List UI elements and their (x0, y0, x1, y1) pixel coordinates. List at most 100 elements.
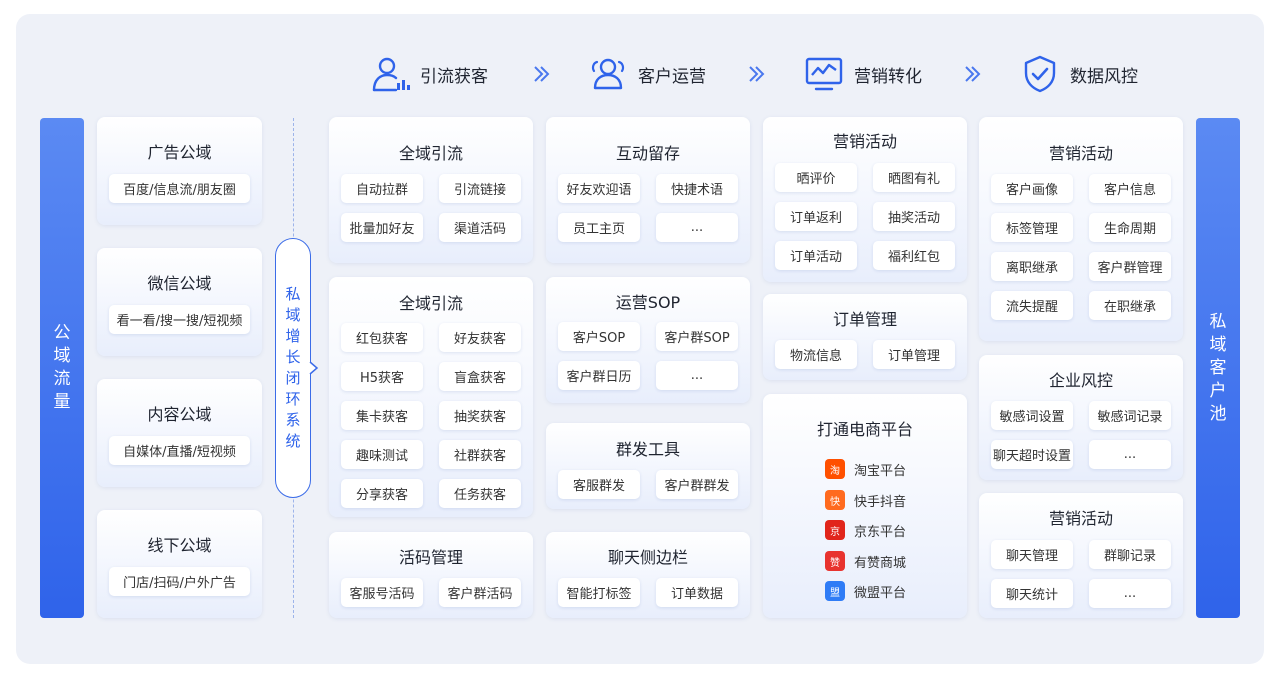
feature-card: 营销活动 聊天管理 群聊记录 聊天统计 ... (979, 493, 1183, 618)
feature-card: 聊天侧边栏 智能打标签 订单数据 (546, 532, 750, 618)
monitor-trend-icon (805, 57, 843, 91)
loop-label-char: 增 (285, 327, 301, 345)
feature-tag: 客服群发 (558, 470, 640, 499)
platform-name: 微盟平台 (854, 585, 907, 601)
platform-item: 快 快手抖音 (825, 490, 906, 510)
card-title: 互动留存 (615, 144, 680, 163)
feature-tag: 引流链接 (439, 174, 521, 203)
feature-tag: 群聊记录 (1089, 540, 1171, 569)
platform-item: 京 京东平台 (825, 520, 906, 540)
chevron-right-icon (965, 66, 981, 82)
feature-tag: 好友获客 (439, 323, 521, 352)
feature-card: 营销活动 客户画像 客户信息 标签管理 生命周期 离职继承 客户群管理 流失提醒… (979, 117, 1183, 341)
platform-name: 快手抖音 (854, 494, 907, 510)
feature-tag: 生命周期 (1089, 213, 1171, 242)
feature-tag: 好友欢迎语 (558, 174, 640, 203)
domain-desc-tag: 看一看/搜一搜/短视频 (109, 305, 250, 334)
feature-tag: 在职继承 (1089, 291, 1171, 320)
card-title: 企业风控 (1048, 371, 1113, 390)
platform-name: 有赞商城 (854, 555, 907, 571)
feature-tag: 客户群管理 (1089, 252, 1171, 281)
feature-tag: 客户信息 (1089, 174, 1171, 203)
loop-label-char: 环 (285, 390, 301, 408)
stage-conversion: 营销转化 (804, 52, 922, 96)
youzan-icon: 赞 (825, 551, 845, 571)
feature-card: 全域引流 红包获客 好友获客 H5获客 盲盒获客 集卡获客 抽奖获客 趣味测试 … (329, 277, 533, 517)
feature-tag: ... (1089, 579, 1171, 608)
weimob-icon: 盟 (825, 581, 845, 601)
feature-tag: H5获客 (341, 362, 423, 391)
card-title: 全域引流 (398, 294, 463, 313)
card-title: 营销活动 (832, 132, 897, 151)
card-title: 订单管理 (832, 310, 897, 329)
feature-tag: ... (656, 213, 738, 242)
feature-tag: 订单返利 (775, 202, 857, 231)
stage-acquisition: 引流获客 (370, 52, 488, 96)
feature-tag: 客户群SOP (656, 322, 738, 351)
public-domain-card: 内容公域 自媒体/直播/短视频 (97, 379, 262, 487)
loop-label-char: 长 (285, 348, 301, 366)
domain-desc-tag: 百度/信息流/朋友圈 (109, 174, 250, 203)
feature-tag: 客户群群发 (656, 470, 738, 499)
stage-label: 客户运营 (638, 66, 706, 87)
loop-label-char: 域 (285, 306, 301, 324)
platform-item: 淘 淘宝平台 (825, 459, 906, 479)
card-title: 营销活动 (1048, 144, 1113, 163)
card-title: 活码管理 (398, 548, 463, 567)
card-title: 运营SOP (615, 293, 681, 312)
bar-label-char: 户 (1209, 380, 1227, 401)
bar-label-char: 量 (53, 392, 71, 412)
feature-tag: 福利红包 (873, 241, 955, 270)
feature-tag: 抽奖获客 (439, 401, 521, 430)
feature-tag: 标签管理 (991, 213, 1073, 242)
kuaishou-icon: 快 (825, 490, 845, 510)
chevron-right-icon (309, 361, 319, 375)
bar-label-char: 公 (53, 323, 71, 343)
card-title: 内容公域 (147, 405, 212, 424)
feature-tag: 聊天统计 (991, 579, 1073, 608)
card-title: 广告公域 (147, 143, 212, 162)
feature-tag: 分享获客 (341, 479, 423, 508)
stage-operation: 客户运营 (588, 52, 706, 96)
feature-card: 互动留存 好友欢迎语 快捷术语 员工主页 ... (546, 117, 750, 263)
bar-label-char: 域 (53, 346, 71, 366)
feature-tag: 快捷术语 (656, 174, 738, 203)
public-domain-card: 线下公域 门店/扫码/户外广告 (97, 510, 262, 618)
feature-tag: 盲盒获客 (439, 362, 521, 391)
platform-item: 赞 有赞商城 (825, 551, 906, 571)
bar-label-char: 域 (1209, 334, 1227, 355)
feature-tag: 离职继承 (991, 252, 1073, 281)
feature-tag: 自动拉群 (341, 174, 423, 203)
feature-card: 活码管理 客服号活码 客户群活码 (329, 532, 533, 618)
feature-tag: 敏感词设置 (991, 401, 1073, 430)
loop-label-char: 闭 (285, 369, 301, 387)
feature-tag: 物流信息 (775, 340, 857, 369)
feature-tag: 批量加好友 (341, 213, 423, 242)
chevron-right-icon (749, 66, 765, 82)
feature-tag: 抽奖活动 (873, 202, 955, 231)
feature-card: 订单管理 物流信息 订单管理 (763, 294, 967, 380)
feature-card: 营销活动 晒评价 晒图有礼 订单返利 抽奖活动 订单活动 福利红包 (763, 117, 967, 282)
domain-desc-tag: 门店/扫码/户外广告 (109, 567, 250, 596)
feature-tag: 客户群活码 (439, 578, 521, 607)
public-traffic-bar: 公域流量 (40, 118, 84, 618)
feature-tag: 集卡获客 (341, 401, 423, 430)
feature-tag: 客户SOP (558, 322, 640, 351)
feature-card: 企业风控 敏感词设置 敏感词记录 聊天超时设置 ... (979, 355, 1183, 480)
feature-tag: 客户群日历 (558, 361, 640, 390)
public-domain-card: 广告公域 百度/信息流/朋友圈 (97, 117, 262, 225)
card-title: 全域引流 (398, 144, 463, 163)
feature-card: 全域引流 自动拉群 引流链接 批量加好友 渠道活码 (329, 117, 533, 263)
loop-label-char: 系 (285, 411, 301, 429)
feature-tag: 渠道活码 (439, 213, 521, 242)
card-title: 聊天侧边栏 (607, 548, 688, 567)
loop-label-char: 私 (285, 285, 301, 303)
growth-loop-pill: 私域增长闭环系统 (275, 238, 311, 498)
stage-label: 营销转化 (854, 66, 922, 87)
bar-label-char: 私 (1209, 311, 1227, 332)
feature-tag: 订单活动 (775, 241, 857, 270)
feature-tag: 聊天管理 (991, 540, 1073, 569)
card-title: 营销活动 (1048, 509, 1113, 528)
stage-risk-control: 数据风控 (1020, 52, 1138, 96)
feature-tag: 智能打标签 (558, 578, 640, 607)
